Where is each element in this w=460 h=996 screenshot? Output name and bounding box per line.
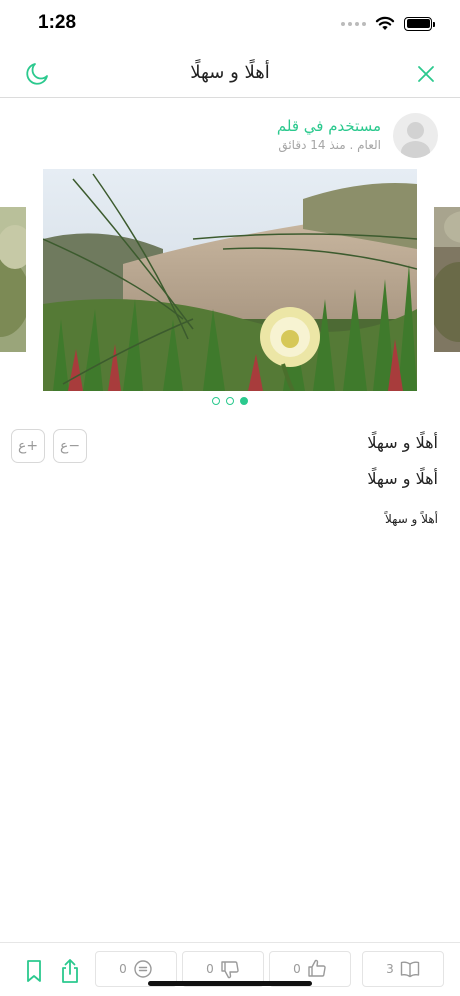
- signal-icon: [341, 21, 366, 26]
- status-bar: 1:28: [0, 0, 460, 50]
- share-icon[interactable]: [58, 958, 82, 984]
- gallery-slide-current[interactable]: [43, 169, 417, 391]
- author-info: مستخدم في قلم العام . منذ 14 دقائق: [277, 116, 381, 154]
- comments-count: 0: [119, 962, 127, 976]
- comment-icon: [134, 960, 152, 978]
- post-body-line: أهلًا و سهلًا: [367, 469, 438, 488]
- post-body-line: أهلاً و سهلاً: [385, 512, 438, 526]
- image-gallery[interactable]: [0, 169, 460, 391]
- avatar[interactable]: [393, 112, 438, 158]
- gallery-slide-next[interactable]: [434, 207, 460, 352]
- post-body-line: أهلًا و سهلًا: [367, 433, 438, 452]
- page-title: أهلًا و سهلًا: [190, 62, 270, 83]
- author-row[interactable]: مستخدم في قلم العام . منذ 14 دقائق: [277, 112, 438, 158]
- home-indicator[interactable]: [148, 981, 312, 986]
- decrease-font-button[interactable]: ع−: [53, 429, 87, 463]
- thumbs-up-icon: [308, 959, 326, 977]
- pagination-dot-active[interactable]: [240, 397, 248, 405]
- bottom-toolbar: 0 0 0 3: [0, 942, 460, 996]
- gallery-pagination: [0, 397, 460, 405]
- wifi-icon: [375, 16, 395, 30]
- reads-count: 3: [386, 962, 394, 976]
- increase-font-button[interactable]: ع+: [11, 429, 45, 463]
- nav-bar: أهلًا و سهلًا: [0, 50, 460, 98]
- reads-button[interactable]: 3: [362, 951, 444, 987]
- author-name[interactable]: مستخدم في قلم: [277, 116, 381, 136]
- gallery-slide-previous[interactable]: [0, 207, 26, 352]
- close-icon[interactable]: [416, 64, 436, 84]
- thumbs-down-icon: [221, 961, 239, 979]
- book-icon: [400, 961, 420, 978]
- dislikes-count: 0: [206, 962, 214, 976]
- status-time: 1:28: [38, 12, 77, 33]
- battery-icon: [404, 16, 435, 31]
- pagination-dot[interactable]: [226, 397, 234, 405]
- status-icons: [341, 16, 435, 31]
- post-meta: العام . منذ 14 دقائق: [278, 138, 381, 152]
- bookmark-icon[interactable]: [22, 958, 46, 984]
- likes-count: 0: [293, 962, 301, 976]
- pagination-dot[interactable]: [212, 397, 220, 405]
